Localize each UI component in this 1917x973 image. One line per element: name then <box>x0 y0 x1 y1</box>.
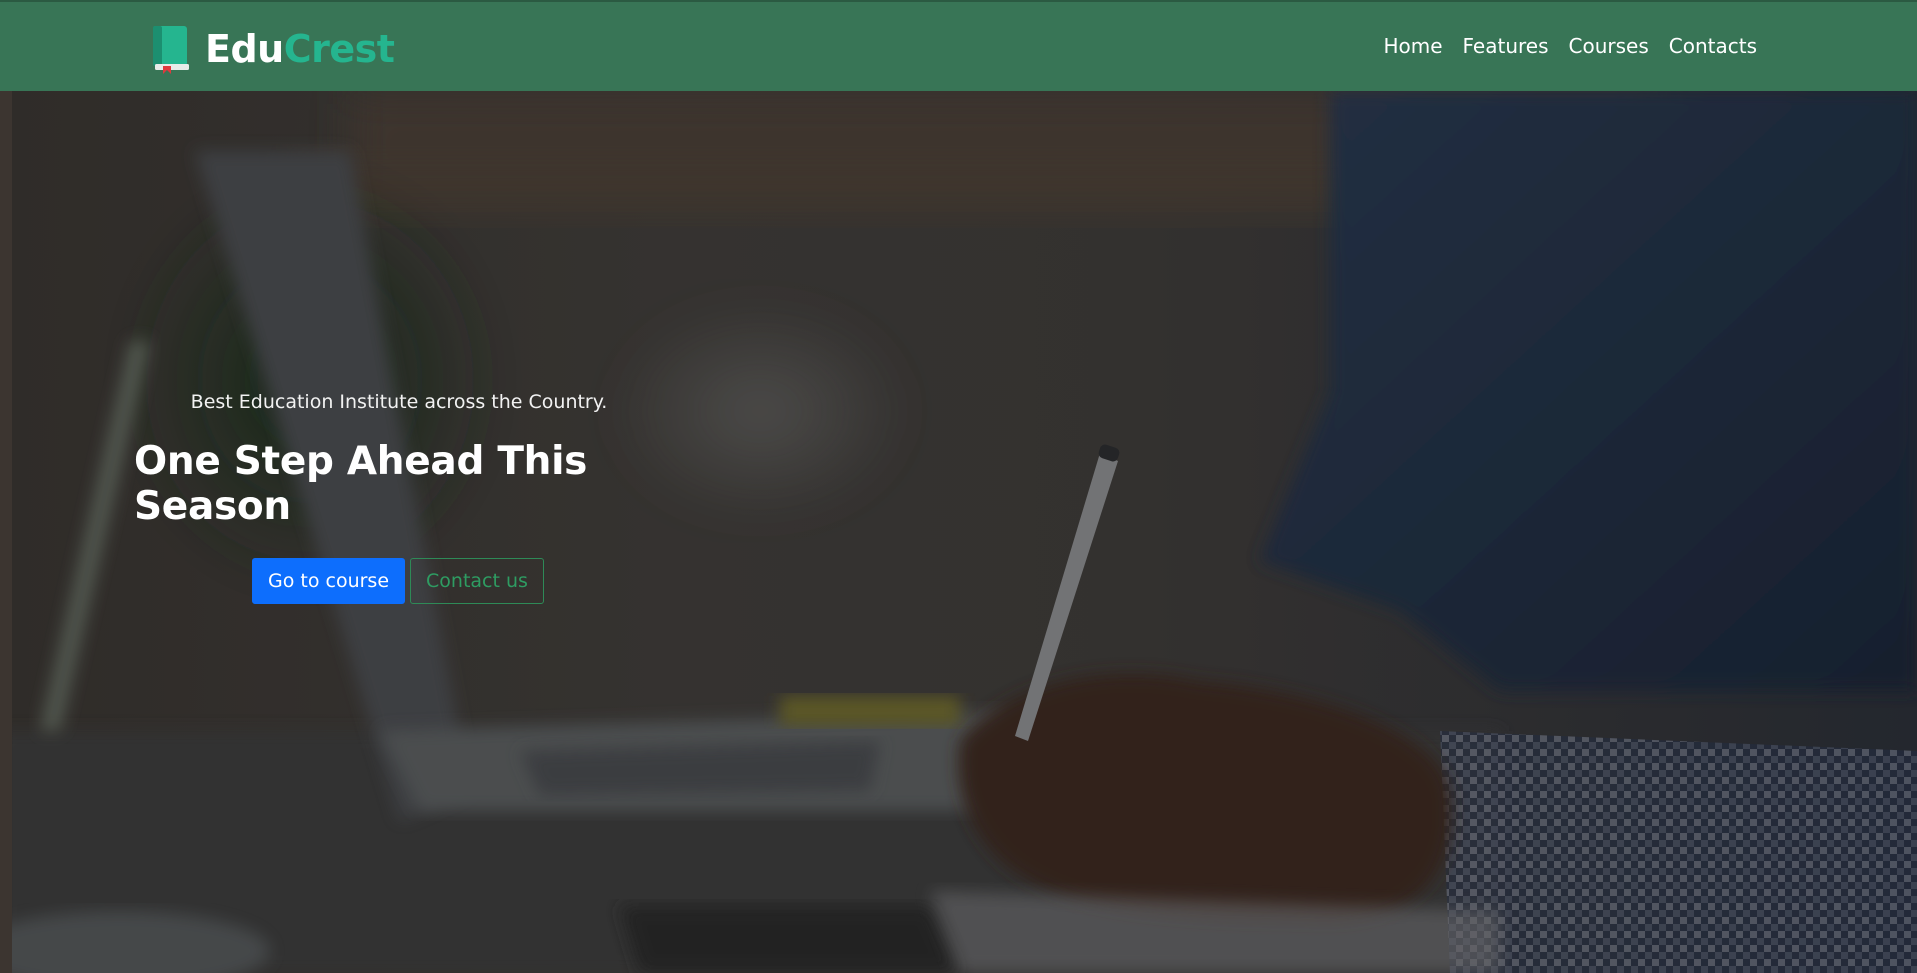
nav-item-courses[interactable]: Courses <box>1569 34 1649 58</box>
contact-us-button[interactable]: Contact us <box>410 558 544 604</box>
brand-name-part2: Crest <box>283 27 395 71</box>
page: EduCrest Home Features Courses Contacts <box>0 0 1917 973</box>
hero-dark-overlay <box>0 91 1917 973</box>
hero-tagline: Best Education Institute across the Coun… <box>190 391 608 413</box>
book-icon <box>153 26 189 74</box>
navbar: EduCrest Home Features Courses Contacts <box>0 0 1917 91</box>
nav-menu: Home Features Courses Contacts <box>1383 34 1757 58</box>
hero-section: Best Education Institute across the Coun… <box>0 91 1917 973</box>
hero-left-edge <box>0 91 12 973</box>
hero-text-block: Best Education Institute across the Coun… <box>134 391 664 529</box>
nav-item-contacts[interactable]: Contacts <box>1669 34 1757 58</box>
go-to-course-button[interactable]: Go to course <box>252 558 406 604</box>
brand-name: EduCrest <box>205 25 395 73</box>
nav-item-home[interactable]: Home <box>1383 34 1442 58</box>
brand-name-part1: Edu <box>205 27 284 71</box>
hero-buttons: Go to course Contact us <box>252 558 544 604</box>
hero-title: One Step Ahead This Season <box>134 439 588 529</box>
brand-link[interactable]: EduCrest <box>151 24 395 74</box>
nav-item-features[interactable]: Features <box>1463 34 1549 58</box>
